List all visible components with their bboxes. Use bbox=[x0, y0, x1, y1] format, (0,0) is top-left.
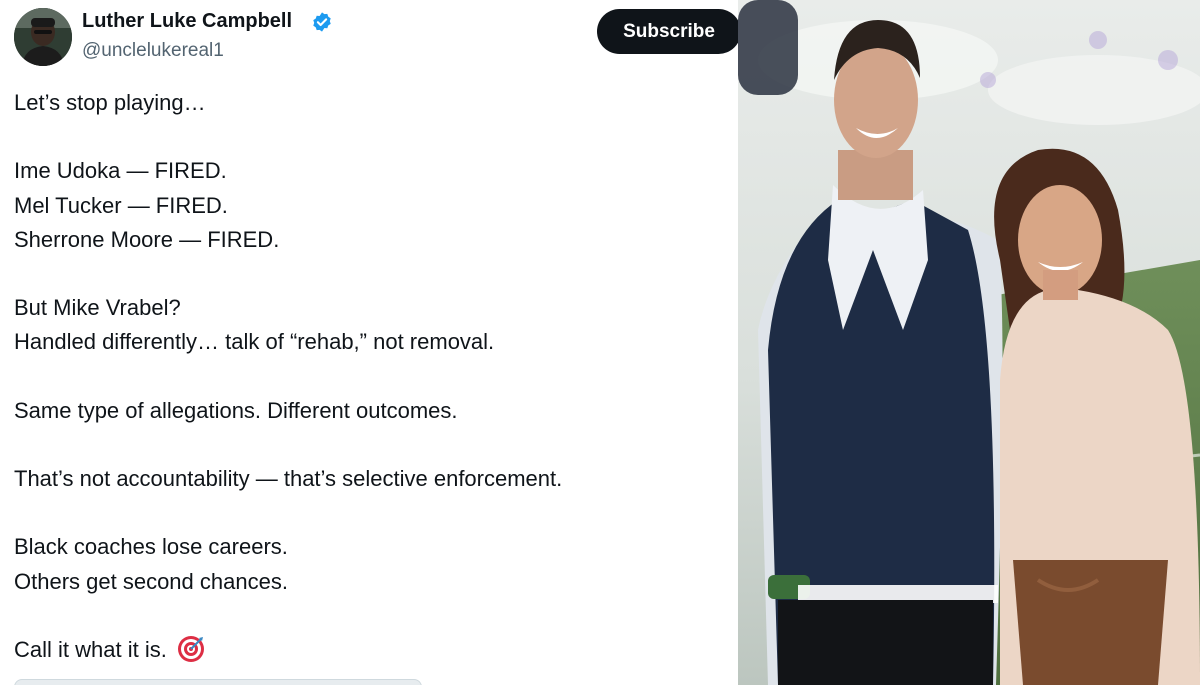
tweet-line: Sherrone Moore — FIRED. bbox=[14, 226, 280, 252]
author-name[interactable]: Luther Luke Campbell bbox=[82, 10, 292, 33]
verified-badge-icon bbox=[313, 12, 331, 32]
tweet-line: But Mike Vrabel? bbox=[14, 295, 181, 321]
avatar-photo bbox=[14, 8, 72, 66]
photo-two-people-icon bbox=[738, 0, 1200, 685]
tweet-line: Others get second chances. bbox=[14, 568, 288, 594]
tweet-text: Let’s stop playing… Ime Udoka — FIRED. M… bbox=[14, 86, 724, 667]
direct-hit-target-icon bbox=[177, 636, 204, 662]
tweet-line: That’s not accountability — that’s selec… bbox=[14, 466, 563, 492]
subscribe-button[interactable]: Subscribe bbox=[597, 9, 738, 54]
attached-card-edge[interactable] bbox=[14, 679, 422, 685]
author-avatar[interactable] bbox=[14, 8, 72, 66]
author-handle[interactable]: @unclelukereal1 bbox=[82, 40, 224, 62]
tweet-line: Black coaches lose careers. bbox=[14, 534, 288, 560]
tweet-line-last: Call it what it is. bbox=[14, 633, 724, 667]
tweet-line: Call it what it is. bbox=[14, 637, 167, 662]
tweet-line: Handled differently… talk of “rehab,” no… bbox=[14, 329, 495, 355]
tweet-panel: Luther Luke Campbell @unclelukereal1 Sub… bbox=[0, 0, 738, 685]
tweet-line: Same type of allegations. Different outc… bbox=[14, 397, 458, 423]
tweet-line: Ime Udoka — FIRED. bbox=[14, 158, 227, 184]
attached-photo bbox=[738, 0, 1200, 685]
tweet-line: Mel Tucker — FIRED. bbox=[14, 192, 228, 218]
tweet-line: Let’s stop playing… bbox=[14, 90, 206, 115]
